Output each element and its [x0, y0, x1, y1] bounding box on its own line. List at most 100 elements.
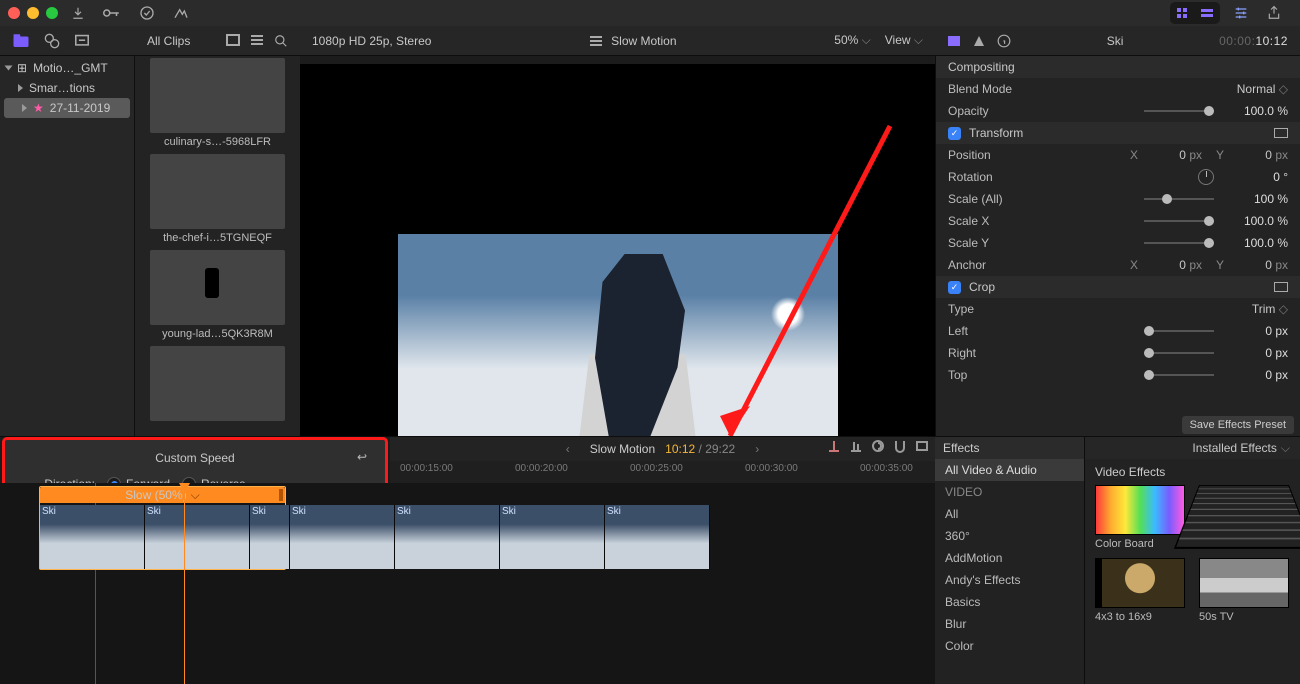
save-effects-preset-button[interactable]: Save Effects Preset [1182, 416, 1294, 434]
effects-category: VIDEO [935, 481, 1084, 503]
undo-icon[interactable]: ↩ [357, 450, 367, 464]
timeline-options-icon[interactable] [915, 439, 929, 453]
panel-title: Custom Speed [155, 451, 234, 465]
effects-category[interactable]: Color [935, 635, 1084, 657]
sidebar-item-event[interactable]: ★27-11-2019 [4, 98, 130, 118]
effect-thumbnail[interactable]: 50s TV [1199, 558, 1289, 623]
chevron-right-icon [22, 104, 27, 112]
share-icon[interactable] [1262, 2, 1286, 24]
effects-category[interactable]: Blur [935, 613, 1084, 635]
timeline-clip[interactable]: Ski [40, 505, 145, 569]
effect-thumbnail[interactable]: Color Board [1095, 485, 1185, 550]
effects-category[interactable]: All Video & Audio [935, 459, 1084, 481]
chevron-down-icon [5, 66, 13, 71]
inspector-section-crop[interactable]: ✓Crop [936, 276, 1300, 298]
close-window-button[interactable] [8, 7, 20, 19]
checkbox-icon[interactable]: ✓ [948, 127, 961, 140]
search-icon[interactable] [274, 34, 288, 48]
enhance-icon[interactable] [168, 3, 194, 23]
zoom-window-button[interactable] [46, 7, 58, 19]
effects-section-title: Video Effects [1085, 459, 1300, 481]
effect-thumbnail[interactable]: 4x3 to 16x9 [1095, 558, 1185, 623]
timeline-clip[interactable]: Ski [250, 505, 290, 569]
timeline-clip[interactable]: Ski [500, 505, 605, 569]
list-view-icon[interactable] [250, 34, 264, 48]
onscreen-controls-icon[interactable] [1274, 128, 1288, 138]
inspector-timecode: 00:00:10:12 [1219, 34, 1288, 48]
browser-clip[interactable] [150, 346, 285, 426]
keyword-icon[interactable] [98, 4, 126, 22]
audio-skimming-icon[interactable] [849, 439, 863, 453]
inspector-row-crop-top[interactable]: Top0 px [936, 364, 1300, 386]
minimize-window-button[interactable] [27, 7, 39, 19]
retime-bar[interactable]: Slow (50%)⌵ [40, 487, 285, 503]
timeline-clip[interactable]: Ski [145, 505, 250, 569]
inspector-row-crop-left[interactable]: Left0 px [936, 320, 1300, 342]
info-inspector-icon[interactable] [997, 34, 1011, 48]
inspector-row-scale-y[interactable]: Scale Y100.0 % [936, 232, 1300, 254]
titles-icon[interactable] [74, 34, 90, 48]
playhead[interactable] [184, 483, 185, 684]
effects-category[interactable]: All [935, 503, 1084, 525]
timeline-tool-icons [827, 439, 929, 453]
effects-category[interactable]: Andy's Effects [935, 569, 1084, 591]
layout-browser-button[interactable] [1172, 4, 1194, 22]
timeline-tracks[interactable]: Slow (50%)⌵ Ski Ski Ski Ski Ski Ski Ski [0, 483, 935, 684]
layout-inspector-button[interactable] [1228, 3, 1254, 23]
import-icon[interactable] [66, 3, 90, 23]
effects-category[interactable]: 360° [935, 525, 1084, 547]
inspector-section-transform[interactable]: ✓Transform [936, 122, 1300, 144]
total-duration: 29:22 [705, 442, 735, 456]
timeline-clip[interactable]: Ski [290, 505, 395, 569]
browser-clip[interactable]: the-chef-i…5TGNEQF [150, 154, 285, 246]
timeline-clip[interactable]: Ski [395, 505, 500, 569]
inspector-row-scale-x[interactable]: Scale X100.0 % [936, 210, 1300, 232]
current-tc: 10:12 [665, 442, 695, 456]
skimming-icon[interactable] [827, 439, 841, 453]
checkbox-icon[interactable]: ✓ [948, 281, 961, 294]
effects-category[interactable]: Basics [935, 591, 1084, 613]
browser-clip[interactable]: young-lad…5QK3R8M [150, 250, 285, 342]
retime-icon[interactable] [589, 35, 603, 47]
inspector-row-crop-type[interactable]: TypeTrim ◇ [936, 298, 1300, 320]
inspector-row-anchor[interactable]: AnchorX0 pxY0 px [936, 254, 1300, 276]
inspector-section-compositing[interactable]: Compositing [936, 56, 1300, 78]
snapping-icon[interactable] [893, 439, 907, 453]
inspector-row-position[interactable]: PositionX0 pxY0 px [936, 144, 1300, 166]
next-edit-button[interactable]: › [745, 442, 769, 456]
filmstrip-icon[interactable] [226, 34, 240, 48]
background-tasks-icon[interactable] [134, 2, 160, 24]
viewer-format-label: 1080p HD 25p, Stereo [312, 34, 431, 48]
timeline-clip[interactable]: Ski [605, 505, 710, 569]
browser-clip[interactable]: culinary-s…-5968LFR [150, 58, 285, 150]
inspector-row-rotation[interactable]: Rotation0 ° [936, 166, 1300, 188]
effects-category[interactable]: AddMotion [935, 547, 1084, 569]
onscreen-controls-icon[interactable] [1274, 282, 1288, 292]
timeline-area: Custom Speed ↩ Direction: Forward Revers… [0, 436, 1300, 684]
retime-handle[interactable] [279, 489, 283, 501]
viewer-zoom-dropdown[interactable]: 50% ⌵ [834, 33, 870, 48]
inspector-row-blend[interactable]: Blend ModeNormal ◇ [936, 78, 1300, 100]
sidebar-item-library[interactable]: ⊞Motio…_GMT [0, 58, 134, 78]
inspector-row-opacity[interactable]: Opacity100.0 % [936, 100, 1300, 122]
library-icon[interactable] [12, 33, 30, 49]
photos-icon[interactable] [44, 33, 60, 49]
timeline-ruler[interactable]: 00:00:15:00 00:00:20:00 00:00:25:00 00:0… [390, 461, 935, 483]
inspector-row-scale-all[interactable]: Scale (All)100 % [936, 188, 1300, 210]
info-filter-icon[interactable] [973, 35, 985, 47]
sidebar-item-smart[interactable]: Smar…tions [0, 78, 134, 98]
installed-effects-dropdown[interactable]: Installed Effects [1192, 441, 1277, 455]
layout-timeline-button[interactable] [1196, 4, 1218, 22]
inspector-row-crop-right[interactable]: Right0 px [936, 342, 1300, 364]
solo-icon[interactable] [871, 439, 885, 453]
clips-filter-dropdown[interactable]: All Clips [147, 34, 190, 48]
effect-thumbnail[interactable]: 3D Axis [1199, 485, 1289, 550]
effects-categories: Effects All Video & Audio VIDEO All 360°… [935, 437, 1085, 684]
traffic-lights [8, 7, 58, 19]
secondary-toolbar: All Clips 1080p HD 25p, Stereo Slow Moti… [0, 26, 1300, 56]
video-inspector-icon[interactable] [947, 35, 961, 47]
viewer-view-dropdown[interactable]: View ⌵ [885, 33, 923, 48]
chevron-right-icon [18, 84, 23, 92]
viewer-clip-title: Slow Motion [611, 34, 676, 48]
prev-edit-button[interactable]: ‹ [556, 442, 580, 456]
